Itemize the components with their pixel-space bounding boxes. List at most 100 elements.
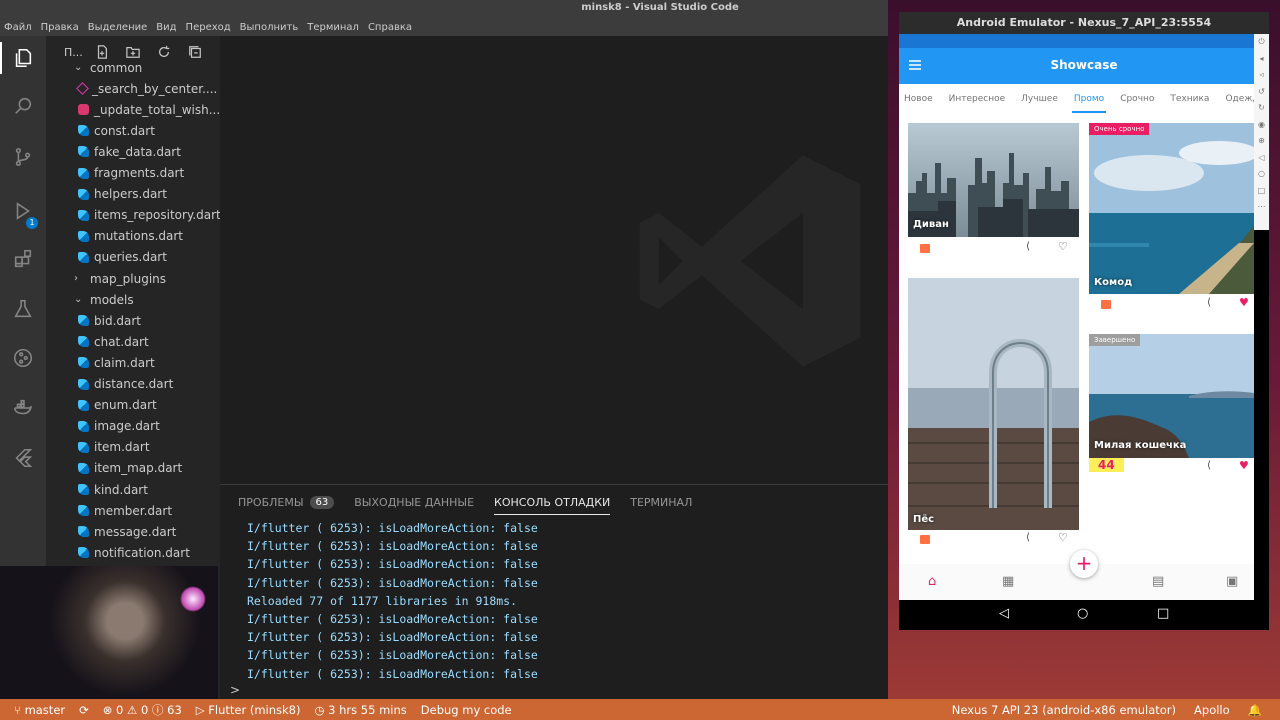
menu-edit[interactable]: Правка [41,22,79,33]
share-icon[interactable]: ⟨ [1207,297,1211,308]
tree-file[interactable]: mutations.dart [78,226,183,247]
category-tab[interactable]: Техника [1170,94,1209,104]
testing-button[interactable] [0,289,46,329]
session-time[interactable]: ◷ 3 hrs 55 mins [314,703,406,717]
home-side-icon[interactable]: ○ [1254,166,1269,183]
panel-tab[interactable]: ПРОБЛЕМЫ 63 [238,485,335,519]
tree-file[interactable]: fragments.dart [78,163,184,184]
add-item-button[interactable]: + [1070,550,1098,578]
flutter-button[interactable] [0,438,46,478]
console-prompt[interactable]: > [230,683,240,697]
device-selector[interactable]: Nexus 7 API 23 (android-x86 emulator) [952,703,1176,717]
menu-go[interactable]: Переход [186,22,231,33]
back-side-icon[interactable]: ◁ [1254,150,1269,167]
chat-icon[interactable]: ▤ [1152,574,1164,589]
menu-file[interactable]: Файл [4,22,32,33]
rotate-right-icon[interactable]: ↻ [1254,100,1269,117]
volume-down-icon[interactable]: ◃ [1254,67,1269,84]
favorite-filled-icon[interactable]: ♥ [1239,296,1249,309]
apollo-status[interactable]: Apollo [1194,703,1230,717]
tree-file[interactable]: enum.dart [78,395,157,416]
tree-file[interactable]: kind.dart [78,479,148,500]
tree-file[interactable]: _search_by_center.... [76,78,217,99]
item-card[interactable]: Пёс ⟨ ♡ [908,278,1079,550]
menu-selection[interactable]: Выделение [88,22,148,33]
debug-mode[interactable]: Debug my code [421,703,512,717]
tree-file[interactable]: message.dart [78,521,176,542]
tree-file[interactable]: item.dart [78,437,150,458]
sync-icon[interactable]: ⟳ [79,703,89,717]
tree-folder[interactable]: › map_plugins [74,268,166,289]
tree-file[interactable]: claim.dart [78,352,155,373]
tree-file[interactable]: member.dart [78,500,172,521]
share-icon[interactable]: ⟨ [1026,532,1030,543]
tree-file[interactable]: chat.dart [78,331,149,352]
camera-icon[interactable]: ◉ [1254,117,1269,134]
panel-tab[interactable]: ТЕРМИНАЛ [630,485,692,519]
collapse-all-icon[interactable] [188,45,202,59]
git-graph-button[interactable] [0,338,46,378]
source-control-button[interactable] [0,137,46,177]
tree-file[interactable]: distance.dart [78,374,173,395]
recents-icon[interactable]: □ [1157,606,1169,621]
profile-icon[interactable]: ▣ [1226,574,1238,589]
dashboard-icon[interactable]: ▦ [1002,574,1014,589]
share-icon[interactable]: ⟨ [1207,460,1211,471]
more-icon[interactable]: ⋯ [1254,199,1269,216]
category-tab[interactable]: Лучшее [1021,94,1058,104]
debug-console[interactable]: I/flutter ( 6253): isLoadMoreAction: fal… [220,519,888,683]
tree-file[interactable]: queries.dart [78,247,167,268]
category-tab[interactable]: Срочно [1120,94,1154,104]
item-card[interactable]: Диван ⟨ ♡ [908,123,1079,263]
menu-terminal[interactable]: Терминал [307,22,359,33]
overview-side-icon[interactable]: □ [1254,183,1269,200]
debug-badge: 1 [26,217,38,229]
category-tab[interactable]: Новое [904,94,933,104]
search-button[interactable] [0,86,46,126]
menu-view[interactable]: Вид [156,22,176,33]
problems-counter[interactable]: ⊗ 0 ⚠ 0 ⓘ 63 [103,702,182,718]
tree-file[interactable]: _update_total_wish... [78,99,220,120]
volume-up-icon[interactable]: ◂ [1254,51,1269,68]
item-card[interactable]: Очень срочно Комод ⟨ ♥ [1089,123,1254,318]
docker-button[interactable] [0,388,46,428]
tree-folder[interactable]: ⌄ common [74,57,142,78]
category-tab[interactable]: Интересное [949,94,1006,104]
tree-file[interactable]: fake_data.dart [78,141,181,162]
share-icon[interactable]: ⟨ [1026,241,1030,252]
panel-tab[interactable]: КОНСОЛЬ ОТЛАДКИ [494,485,611,519]
notifications-bell-icon[interactable]: 🔔 [1248,703,1262,717]
tree-file[interactable]: item_map.dart [78,458,182,479]
home-icon[interactable]: ⌂ [928,574,936,589]
panel-tab[interactable]: ВЫХОДНЫЕ ДАННЫЕ [354,485,474,519]
rotate-left-icon[interactable]: ↺ [1254,84,1269,101]
refresh-icon[interactable] [157,45,171,59]
tree-file[interactable]: helpers.dart [78,184,167,205]
extensions-button[interactable] [0,239,46,279]
tree-folder[interactable]: ⌄ models [74,289,134,310]
item-card[interactable]: Завершено Милая кошечка 44 ⟨ ♥ [1089,334,1254,480]
console-line: Reloaded 77 of 1177 libraries in 918ms. [247,593,518,608]
category-tab[interactable]: Промо [1071,94,1107,113]
tree-file[interactable]: items_repository.dart [78,205,220,226]
home-circle-icon[interactable]: ○ [1077,606,1088,621]
menu-run[interactable]: Выполнить [240,22,299,33]
power-icon[interactable]: ⏻ [1254,34,1269,51]
tree-item-label: image.dart [94,419,160,434]
tree-file[interactable]: notification.dart [78,542,190,563]
favorite-filled-icon[interactable]: ♥ [1239,459,1249,472]
back-icon[interactable]: ◁ [999,606,1009,621]
git-branch[interactable]: ⑂ master [14,703,65,717]
favorite-outline-icon[interactable]: ♡ [1058,531,1068,544]
debug-target[interactable]: ▷ Flutter (minsk8) [196,703,301,717]
explorer-button[interactable] [0,38,46,78]
debug-button[interactable]: 1 [0,191,46,231]
tree-file[interactable]: const.dart [78,120,155,141]
tree-file[interactable]: image.dart [78,416,160,437]
zoom-icon[interactable]: ⊕ [1254,133,1269,150]
favorite-outline-icon[interactable]: ♡ [1058,240,1068,253]
category-tab[interactable]: Одежда [1225,94,1254,104]
tree-file[interactable]: bid.dart [78,310,141,331]
editor-area[interactable] [220,36,888,484]
menu-help[interactable]: Справка [368,22,412,33]
